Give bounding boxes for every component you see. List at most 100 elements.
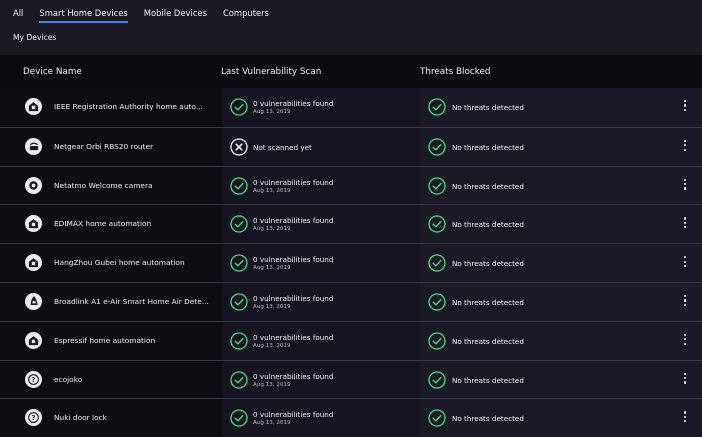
scan-date: Aug 13, 2019 bbox=[253, 303, 291, 310]
scan-cell: 0 vulnerabilities found Aug 13, 2019 bbox=[222, 88, 420, 127]
unknown-device-icon: ? bbox=[25, 370, 42, 388]
threats-cell: No threats detected bbox=[420, 244, 702, 282]
more-options-icon[interactable] bbox=[682, 217, 688, 231]
check-circle-icon bbox=[230, 176, 248, 195]
threats-cell: No threats detected bbox=[420, 205, 702, 244]
device-name-cell: Netatmo Welcome camera bbox=[0, 167, 222, 205]
check-circle-icon bbox=[230, 409, 248, 428]
more-options-icon[interactable] bbox=[682, 294, 688, 309]
more-options-icon[interactable] bbox=[682, 333, 688, 348]
scan-cell: 0 vulnerabilities found Aug 13, 2019 bbox=[222, 166, 420, 205]
more-options-icon[interactable] bbox=[682, 256, 688, 270]
check-circle-icon bbox=[230, 254, 248, 272]
table-row[interactable]: Netatmo Welcome camera 0 vulnerabilities … bbox=[0, 165, 702, 205]
more-options-icon[interactable] bbox=[682, 178, 688, 193]
threat-status: No threats detected bbox=[452, 375, 524, 385]
more-options-icon[interactable] bbox=[682, 372, 688, 387]
device-name-cell: Broadlink A1 e-Air Smart Home Air Dete..… bbox=[0, 283, 222, 321]
check-circle-icon bbox=[428, 215, 446, 234]
check-circle-icon bbox=[230, 215, 248, 234]
router-icon bbox=[25, 137, 42, 155]
device-name[interactable]: EDIMAX home automation bbox=[54, 219, 151, 228]
device-name[interactable]: Broadlink A1 e-Air Smart Home Air Dete..… bbox=[54, 297, 209, 306]
table-row[interactable]: Espressif home automation 0 vulnerabiliti… bbox=[0, 320, 702, 360]
device-name[interactable]: Espressif home automation bbox=[54, 336, 155, 345]
scan-cell: 0 vulnerabilities found Aug 13, 2019 bbox=[222, 399, 420, 437]
threat-status: No threats detected bbox=[452, 259, 524, 269]
scan-date: Aug 13, 2019 bbox=[253, 342, 291, 349]
table-row[interactable]: Netgear Orbi RBS20 router Not scanned yet… bbox=[0, 126, 702, 166]
more-options-icon[interactable] bbox=[682, 100, 688, 114]
home-automation-icon bbox=[25, 331, 42, 349]
device-name[interactable]: Netgear Orbi RBS20 router bbox=[54, 142, 153, 151]
table-row[interactable]: Broadlink A1 e-Air Smart Home Air Dete..… bbox=[0, 281, 702, 321]
tab-all[interactable]: All bbox=[13, 0, 23, 21]
threat-status: No threats detected bbox=[452, 414, 524, 424]
threats-cell: No threats detected bbox=[420, 399, 702, 437]
table-row[interactable]: ? Nuki door lock 0 vulnerabilities found Au… bbox=[0, 398, 702, 437]
device-name-cell: Netgear Orbi RBS20 router bbox=[0, 128, 222, 166]
device-name[interactable]: Netatmo Welcome camera bbox=[54, 181, 153, 190]
scan-date: Aug 13, 2019 bbox=[253, 226, 291, 233]
scan-result: 0 vulnerabilities found bbox=[253, 255, 334, 265]
table-row[interactable]: HangZhou Gubei home automation 0 vulnerab… bbox=[0, 243, 702, 282]
scan-result: 0 vulnerabilities found bbox=[253, 99, 334, 108]
section-title: My Devices bbox=[13, 33, 57, 42]
more-options-icon[interactable] bbox=[682, 139, 688, 154]
tab-smart-home-devices[interactable]: Smart Home Devices bbox=[39, 0, 128, 23]
check-circle-icon bbox=[428, 370, 446, 389]
device-name-cell: HangZhou Gubei home automation bbox=[0, 244, 222, 282]
devices-table: Device Name Last Vulnerability Scan Thre… bbox=[0, 55, 702, 437]
check-circle-icon bbox=[428, 138, 446, 156]
scan-result: 0 vulnerabilities found bbox=[253, 177, 334, 187]
column-header-last-scan[interactable]: Last Vulnerability Scan bbox=[221, 67, 321, 77]
scan-result: 0 vulnerabilities found bbox=[253, 410, 334, 420]
scan-cell: 0 vulnerabilities found Aug 13, 2019 bbox=[222, 244, 420, 282]
threats-cell: No threats detected bbox=[420, 282, 702, 321]
device-name-cell: ? ecojoko bbox=[0, 361, 222, 399]
check-circle-icon bbox=[230, 293, 248, 311]
home-automation-icon bbox=[25, 254, 42, 272]
check-circle-icon bbox=[230, 370, 248, 389]
check-circle-icon bbox=[428, 254, 446, 272]
device-name[interactable]: ecojoko bbox=[54, 375, 82, 384]
tab-mobile-devices[interactable]: Mobile Devices bbox=[144, 0, 207, 21]
device-name-cell: IEEE Registration Authority home auto... bbox=[0, 88, 222, 127]
threat-status: No threats detected bbox=[452, 220, 524, 230]
device-name[interactable]: HangZhou Gubei home automation bbox=[54, 258, 185, 267]
scan-result: 0 vulnerabilities found bbox=[253, 332, 334, 342]
scan-result: Not scanned yet bbox=[253, 142, 312, 152]
column-header-threats-blocked[interactable]: Threats Blocked bbox=[420, 67, 490, 77]
device-name-cell: Espressif home automation bbox=[0, 322, 222, 360]
threats-cell: No threats detected bbox=[420, 88, 702, 127]
threat-status: No threats detected bbox=[452, 103, 524, 112]
check-circle-icon bbox=[428, 293, 446, 311]
threats-cell: No threats detected bbox=[420, 360, 702, 399]
device-category-tabs: All Smart Home Devices Mobile Devices Co… bbox=[0, 0, 702, 24]
home-automation-icon bbox=[25, 215, 42, 233]
table-row[interactable]: IEEE Registration Authority home auto...… bbox=[0, 88, 702, 127]
column-header-device-name[interactable]: Device Name bbox=[23, 67, 82, 77]
check-circle-icon bbox=[230, 332, 248, 350]
scan-date: Aug 13, 2019 bbox=[253, 381, 291, 388]
table-body: IEEE Registration Authority home auto...… bbox=[0, 88, 702, 437]
scan-cell: 0 vulnerabilities found Aug 13, 2019 bbox=[222, 321, 420, 360]
threats-cell: No threats detected bbox=[420, 166, 702, 205]
table-row[interactable]: EDIMAX home automation 0 vulnerabilities … bbox=[0, 204, 702, 244]
home-automation-icon bbox=[25, 98, 42, 115]
tab-computers[interactable]: Computers bbox=[223, 0, 269, 21]
device-name[interactable]: Nuki door lock bbox=[54, 413, 107, 422]
threats-cell: No threats detected bbox=[420, 321, 702, 360]
more-options-icon[interactable] bbox=[682, 411, 688, 425]
table-row[interactable]: ? ecojoko 0 vulnerabilities found Aug 13, 2… bbox=[0, 359, 702, 399]
threat-status: No threats detected bbox=[452, 336, 524, 346]
air-detector-icon bbox=[25, 292, 42, 310]
scan-result: 0 vulnerabilities found bbox=[253, 216, 334, 226]
scan-date: Aug 13, 2019 bbox=[253, 109, 291, 115]
device-name[interactable]: IEEE Registration Authority home auto... bbox=[54, 102, 203, 111]
scan-cell: 0 vulnerabilities found Aug 13, 2019 bbox=[222, 360, 420, 399]
svg-text:?: ? bbox=[32, 414, 36, 422]
scan-date: Aug 13, 2019 bbox=[253, 265, 291, 272]
scan-date: Aug 13, 2019 bbox=[253, 187, 291, 194]
scan-result: 0 vulnerabilities found bbox=[253, 293, 334, 303]
